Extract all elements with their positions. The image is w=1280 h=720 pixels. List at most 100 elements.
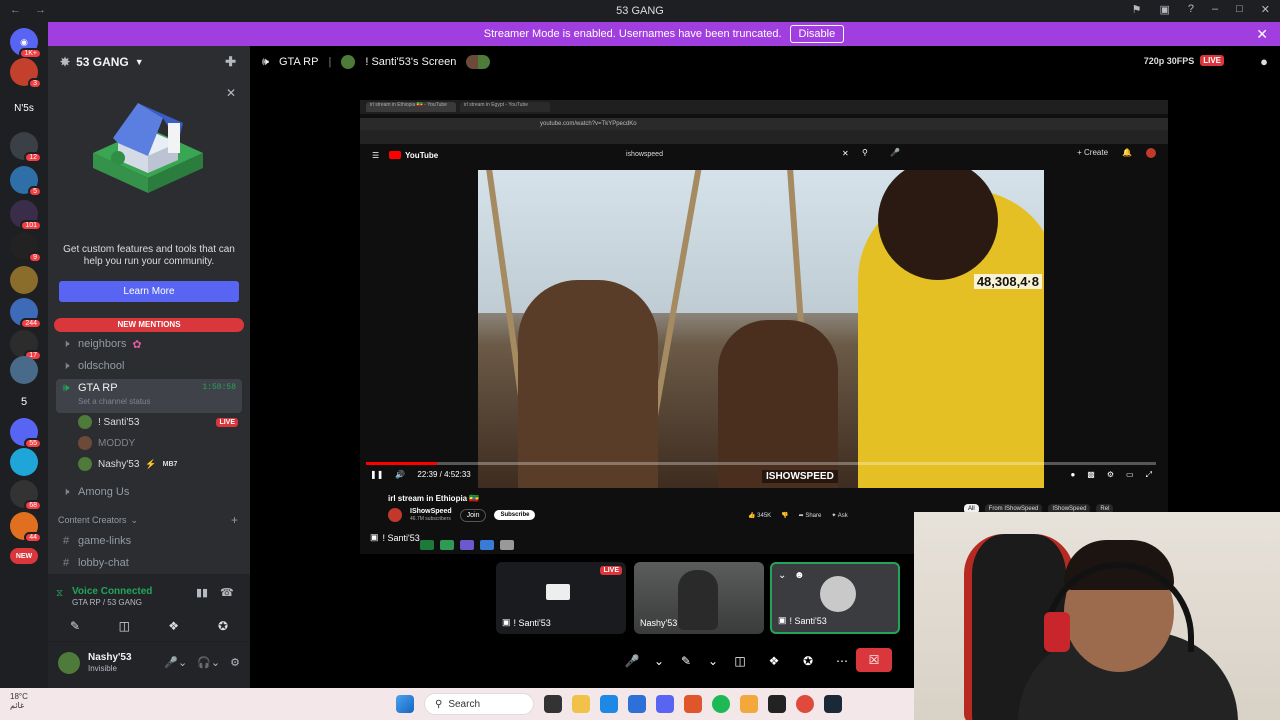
discord-icon[interactable]	[656, 695, 674, 713]
people-icon[interactable]: ☻	[794, 570, 805, 581]
server-icon[interactable]	[10, 266, 38, 294]
category-content-creators[interactable]: Content Creators ⌄	[58, 515, 138, 526]
camera-off-icon[interactable]: ✎	[674, 649, 698, 673]
server-icon[interactable]: 5	[10, 166, 42, 197]
server-icon[interactable]	[10, 448, 38, 476]
participant-tile[interactable]: ⌄ ☻ ▣! Santi'53	[770, 562, 900, 634]
address-bar[interactable]: youtube.com/watch?v=TkYPpecdKo	[360, 118, 1168, 130]
mic-icon[interactable]: 🎤	[890, 148, 900, 157]
channel-lobby-chat[interactable]: # lobby-chat	[56, 553, 242, 573]
gear-icon[interactable]: ⚙	[230, 656, 240, 669]
new-mentions-pill[interactable]: NEW MENTIONS	[54, 318, 244, 332]
taskbar-search[interactable]: ⚲ Search	[424, 693, 534, 715]
close-icon[interactable]: ✕	[1256, 26, 1268, 43]
participant-tile[interactable]: LIVE ▣! Santi'53	[496, 562, 626, 634]
screen-share-icon[interactable]: ◫	[103, 616, 145, 636]
theater-icon[interactable]: ▭	[1126, 470, 1134, 480]
add-member-icon[interactable]: ✚	[225, 54, 236, 70]
inbox-icon[interactable]: ⚑	[1132, 3, 1142, 16]
pause-icon[interactable]: ❚❚	[370, 470, 383, 479]
share-button[interactable]: ➦ Share	[799, 512, 822, 519]
steam-icon[interactable]	[824, 695, 842, 713]
app-icon[interactable]	[684, 695, 702, 713]
server-icon[interactable]: 5	[10, 388, 38, 416]
close-window-icon[interactable]: ✕	[1261, 3, 1270, 16]
like-button[interactable]: 👍 345K	[748, 512, 771, 519]
server-icon[interactable]: 44	[10, 512, 42, 543]
create-button[interactable]: + Create	[1077, 148, 1108, 158]
headphones-icon[interactable]: 🎧⌄	[197, 656, 220, 669]
server-icon[interactable]: 101	[10, 200, 42, 231]
join-button[interactable]: Join	[459, 508, 487, 522]
participant-tile[interactable]: Nashy'53	[634, 562, 764, 634]
maximize-icon[interactable]: □	[1236, 3, 1243, 16]
voice-member[interactable]: Nashy'53 ⚡ MB7	[78, 454, 242, 474]
spotify-icon[interactable]	[712, 695, 730, 713]
edge-icon[interactable]	[600, 695, 618, 713]
fullscreen-icon[interactable]: ⤢	[1146, 470, 1152, 480]
server-icon[interactable]: 55	[10, 418, 42, 449]
camera-off-icon[interactable]: ✎	[54, 616, 96, 636]
more-icon[interactable]: ⋯	[830, 649, 854, 673]
disable-button[interactable]: Disable	[789, 25, 845, 43]
volume-icon[interactable]: 🔊	[395, 470, 405, 479]
server-icon[interactable]: 12	[10, 132, 42, 163]
voice-member[interactable]: MODDY	[78, 433, 242, 453]
server-icon[interactable]: N'5s	[10, 94, 38, 122]
activities-icon[interactable]: ❖	[762, 649, 786, 673]
chat-bubble-icon[interactable]: ●	[1260, 54, 1268, 69]
close-icon[interactable]: ✕	[226, 86, 236, 100]
youtube-logo[interactable]: YouTube	[389, 151, 438, 160]
search-icon[interactable]: ⚲	[862, 148, 868, 157]
add-channel-icon[interactable]: +	[231, 513, 238, 527]
new-badge[interactable]: NEW	[10, 548, 38, 564]
browser-tab[interactable]: irl stream in Egypt - YouTube	[460, 102, 550, 112]
file-explorer-icon[interactable]	[572, 695, 590, 713]
minimize-icon[interactable]: –	[1212, 3, 1218, 16]
screen-share-view[interactable]: irl stream in Ethiopia 🇪🇹 - YouTube irl …	[360, 100, 1168, 554]
server-icon[interactable]	[10, 356, 38, 384]
server-icon[interactable]: 68	[10, 480, 42, 511]
channel-among-us[interactable]: 🕨 Among Us	[56, 482, 242, 502]
help-icon[interactable]: ?	[1188, 3, 1194, 16]
app-icon[interactable]	[740, 695, 758, 713]
channel-game-links[interactable]: # game-links	[56, 531, 242, 551]
avatar[interactable]	[58, 652, 80, 674]
soundboard-icon[interactable]: ✪	[202, 616, 244, 636]
weather-widget[interactable]: 18°C غائم	[10, 692, 28, 710]
channel-name[interactable]: IShowSpeed	[410, 508, 452, 515]
chevron-down-icon[interactable]: ⌄	[708, 649, 718, 673]
channel-gta-rp[interactable]: 🕪 GTA RP 1:50:58 Set a channel status	[56, 379, 242, 413]
settings-icon[interactable]: ⚙	[1107, 470, 1114, 480]
voice-location[interactable]: GTA RP / 53 GANG	[72, 598, 142, 607]
soundboard-icon[interactable]: ✪	[796, 649, 820, 673]
server-icon[interactable]: 3	[10, 58, 42, 89]
subscribe-button[interactable]: Subscribe	[494, 510, 536, 520]
channel-neighbors[interactable]: 🕨 neighbors ✿	[56, 334, 242, 354]
screen-share-icon[interactable]: ◫	[728, 649, 752, 673]
server-icon[interactable]: 17	[10, 330, 42, 361]
chrome-icon[interactable]	[796, 695, 814, 713]
menu-icon[interactable]: ☰	[372, 151, 379, 160]
channel-avatar[interactable]	[388, 508, 402, 522]
leave-call-button[interactable]: ☒	[856, 648, 892, 672]
bell-icon[interactable]: 🔔	[1122, 148, 1132, 158]
channel-status[interactable]: Set a channel status	[78, 397, 151, 406]
captions-icon[interactable]: ▩	[1087, 470, 1095, 480]
noise-suppression-icon[interactable]: ▮▮	[196, 586, 208, 599]
server-icon[interactable]: 9	[10, 232, 42, 263]
chevron-down-icon[interactable]: ⌄	[778, 570, 786, 581]
voice-member[interactable]: ! Santi'53 LIVE	[78, 412, 242, 432]
video-player[interactable]: 48,308,4·8 ISHOWSPEED	[478, 170, 1044, 488]
autoplay-icon[interactable]: ●	[1070, 470, 1075, 480]
server-header[interactable]: ✸ 53 GANG ▼ ✚	[48, 46, 250, 78]
channel-oldschool[interactable]: 🕨 oldschool	[56, 356, 242, 376]
learn-more-button[interactable]: Learn More	[59, 281, 239, 302]
store-icon[interactable]	[628, 695, 646, 713]
browser-tab[interactable]: irl stream in Ethiopia 🇪🇹 - YouTube	[366, 102, 456, 112]
disconnect-icon[interactable]: ☎	[220, 586, 234, 599]
ask-button[interactable]: ✦ Ask	[831, 512, 847, 519]
server-icon[interactable]: 244	[10, 298, 42, 329]
progress-track[interactable]	[366, 462, 1156, 465]
clear-icon[interactable]: ✕	[842, 149, 849, 158]
